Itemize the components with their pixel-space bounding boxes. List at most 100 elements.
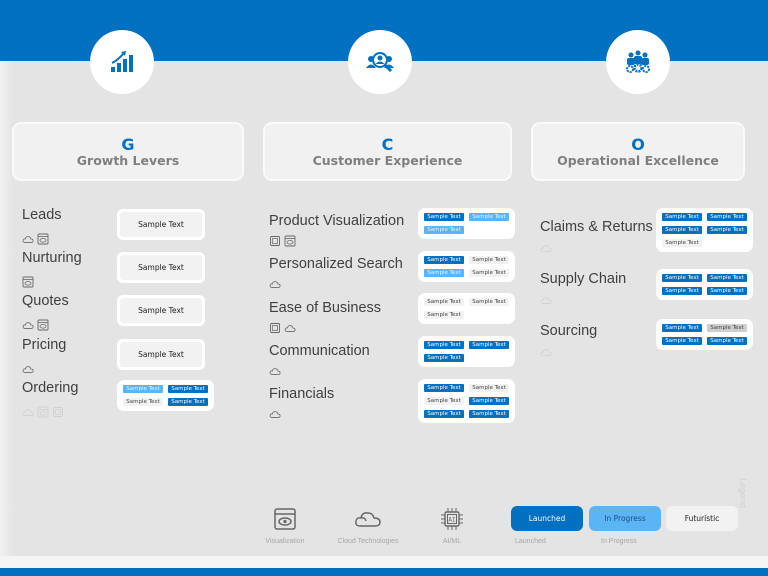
status-tag-group: Sample Text Sample Text Sample Text Sample … [117, 380, 214, 411]
status-tag-futuristic: Sample Text [469, 384, 509, 392]
status-tag-launched: Sample Text [168, 385, 208, 393]
row-tech-icons [540, 291, 552, 310]
cloud-icon [355, 512, 381, 527]
status-tag-launched: Sample Text [662, 226, 702, 234]
row-tech-icons [540, 239, 552, 258]
status-tag-launched: Sample Text [168, 398, 208, 406]
cloud-icon [22, 403, 34, 422]
ai-ml-icon [269, 319, 281, 338]
status-tag-group: Sample Text Sample Text Sample Text Sample … [656, 319, 753, 350]
status-tag-launched: Sample Text [469, 341, 509, 349]
visualization-icon [22, 273, 34, 292]
visualization-icon [284, 232, 296, 251]
status-tag-futuristic: Sample Text [469, 269, 509, 277]
status-tag-futuristic: Sample Text [424, 311, 464, 319]
row-tech-icons [269, 362, 281, 381]
status-tag-launched: Sample Text [662, 213, 702, 221]
status-tag-group: Sample Text Sample Text Sample Text [418, 336, 515, 367]
status-tag-launched: Sample Text [707, 213, 747, 221]
ai-ml-icon: AI [441, 508, 463, 530]
team-gears-icon [626, 50, 650, 73]
pillar-circle-operational [606, 30, 670, 94]
status-tag-in-progress: Sample Text [469, 213, 509, 221]
ai-ml-icon [269, 232, 281, 251]
legend-icon-caption: Cloud Technologies [337, 538, 399, 545]
status-tag-launched: Sample Text [662, 287, 702, 295]
growth-chart-icon [111, 51, 133, 72]
status-tag-group: Sample Text Sample Text Sample Text [418, 208, 515, 239]
svg-text:AI: AI [448, 517, 456, 524]
ai-ml-icon [52, 403, 64, 422]
status-tag-futuristic: Sample Text [662, 239, 702, 247]
row-label: Leads [22, 207, 62, 223]
visualization-icon [37, 230, 49, 249]
legend-title: Legend [738, 478, 748, 509]
status-tag-launched: Sample Text [662, 324, 702, 332]
row-label: Nurturing [22, 250, 82, 266]
cloud-icon [540, 239, 552, 258]
status-cell: Sample Text [117, 295, 205, 326]
status-cell: Sample Text [117, 209, 205, 240]
status-tag-launched: Sample Text [707, 226, 747, 234]
status-tag-futuristic: Sample Text [424, 397, 464, 405]
status-tag-launched: Sample Text [424, 410, 464, 418]
status-tag-launched: Sample Text [424, 384, 464, 392]
row-label: Product Visualization [269, 213, 405, 229]
row-tech-icons [269, 232, 296, 251]
status-tag-group: Sample Text Sample Text Sample Text Sample … [656, 208, 753, 252]
status-tag-group: Sample Text Sample Text Sample Text [418, 293, 515, 324]
status-tag-launched: Sample Text [424, 213, 464, 221]
status-tag-in-progress: Sample Text [123, 385, 163, 393]
cloud-icon [269, 362, 281, 381]
status-tag-launched: Sample Text [424, 256, 464, 264]
status-tag-futuristic: Sample Text [123, 398, 163, 406]
pillar-header-operational: O Operational Excellence [531, 122, 745, 181]
row-tech-icons [22, 273, 34, 292]
cloud-icon [540, 343, 552, 362]
row-label: Supply Chain [540, 271, 627, 287]
row-label: Pricing [22, 337, 67, 353]
pillar-circle-growth [90, 30, 154, 94]
customer-search-icon [366, 52, 394, 73]
status-tag-launched: Sample Text [707, 287, 747, 295]
status-tag-launched: Sample Text [707, 337, 747, 345]
status-tag-launched: Sample Text [469, 410, 509, 418]
row-tech-icons [540, 343, 552, 362]
status-tag-in-progress: Sample Text [424, 269, 464, 277]
row-label: Ease of Business [269, 300, 382, 316]
row-label: Quotes [22, 293, 69, 309]
cloud-icon [269, 275, 281, 294]
pillar-letter: G [121, 135, 135, 154]
legend-in-progress: In Progress [589, 506, 661, 531]
row-tech-icons [22, 360, 34, 379]
legend-caption-launched: Launched [515, 538, 546, 545]
cloud-icon [269, 405, 281, 424]
row-label: Personalized Search [269, 256, 403, 272]
row-tech-icons [22, 230, 49, 249]
legend-cloud: Cloud Technologies [333, 506, 403, 545]
status-tag-futuristic: Sample Text [424, 298, 464, 306]
status-cell: Sample Text [117, 339, 205, 370]
status-tag-in-progress: Sample Text [424, 226, 464, 234]
pillar-title: Operational Excellence [557, 153, 719, 168]
row-tech-icons [22, 316, 49, 335]
legend-visualization: Visualization [262, 506, 308, 545]
legend-ai-ml: AI AI/ML [432, 506, 472, 545]
bottom-strip [0, 556, 768, 568]
row-tech-icons [22, 403, 64, 422]
legend-icon-caption: AI/ML [442, 538, 462, 545]
legend-caption-in-progress: In Progress [601, 538, 637, 545]
status-tag-launched: Sample Text [469, 397, 509, 405]
pillar-title: Customer Experience [312, 153, 463, 168]
status-tag-group: Sample Text Sample Text Sample Text Sample … [418, 251, 515, 282]
status-tag-group: Sample Text Sample Text Sample Text Sample … [656, 269, 753, 300]
cloud-icon [22, 316, 34, 335]
bottom-banner [0, 568, 768, 576]
row-tech-icons [269, 275, 281, 294]
legend-futuristic: Futuristic [666, 506, 738, 531]
pillar-header-growth: G Growth Levers [12, 122, 244, 181]
status-tag-launched: Sample Text [707, 274, 747, 282]
pillar-circle-customer [348, 30, 412, 94]
cloud-icon [540, 291, 552, 310]
row-label: Ordering [22, 380, 79, 396]
